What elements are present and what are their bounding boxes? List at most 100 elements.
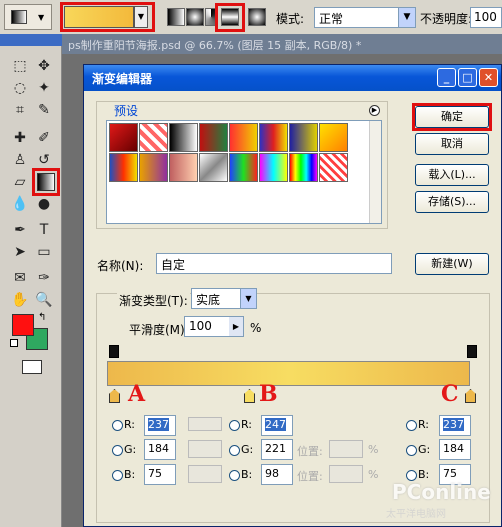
hand-icon[interactable]: ✋: [10, 290, 30, 310]
minimize-icon[interactable]: _: [437, 68, 456, 87]
reflected-gradient-button[interactable]: [221, 8, 239, 26]
preset-swatch[interactable]: [139, 153, 168, 182]
stop-a-g-input[interactable]: 184: [144, 439, 176, 460]
smoothness-input[interactable]: 100 ▶: [184, 316, 244, 337]
healing-brush-icon[interactable]: ✚: [10, 128, 30, 148]
stop-b-r-value: 247: [265, 418, 286, 431]
opacity-input[interactable]: 100: [470, 7, 502, 28]
preset-swatch[interactable]: [199, 153, 228, 182]
preset-swatch[interactable]: [229, 123, 258, 152]
radio-g-c[interactable]: [406, 445, 417, 456]
gradient-picker-swatch[interactable]: [64, 6, 134, 28]
gradient-editor-dialog: 渐变编辑器 _ □ ✕ 预设 ▶ 确定 取消 载入(L)... 存储(S)...…: [83, 64, 502, 527]
stop-c-b-value: 75: [443, 467, 457, 480]
stop-a-b-input[interactable]: 75: [144, 464, 176, 485]
shape-icon[interactable]: ▭: [34, 242, 54, 262]
gradient-type-value: 实底: [196, 293, 221, 307]
document-title-bar: ps制作重阳节海报.psd @ 66.7% (图层 15 副本, RGB/8) …: [62, 34, 502, 54]
default-colors-icon[interactable]: [10, 339, 18, 347]
mode-select[interactable]: 正常 ▼: [314, 7, 416, 28]
save-button[interactable]: 存储(S)...: [415, 191, 489, 213]
magic-wand-icon[interactable]: ✦: [34, 78, 54, 98]
preset-swatch[interactable]: [289, 153, 318, 182]
preset-swatch[interactable]: [109, 123, 138, 152]
stop-c-g-value: 184: [443, 442, 464, 455]
pen-icon[interactable]: ✒: [10, 220, 30, 240]
radio-r-c[interactable]: [406, 420, 417, 431]
cancel-button[interactable]: 取消: [415, 133, 489, 155]
maximize-icon[interactable]: □: [458, 68, 477, 87]
preset-swatch[interactable]: [109, 153, 138, 182]
location-label: 位置:: [297, 445, 323, 458]
notes-icon[interactable]: ✉: [10, 268, 30, 288]
quick-mask-icon[interactable]: [22, 360, 42, 374]
preset-swatch[interactable]: [199, 123, 228, 152]
load-button[interactable]: 载入(L)...: [415, 164, 489, 186]
radial-gradient-button[interactable]: [186, 8, 204, 26]
eraser-icon[interactable]: ▱: [10, 172, 30, 192]
blur-icon[interactable]: 💧: [10, 194, 30, 214]
gradient-picker-dropdown[interactable]: ▼: [134, 6, 148, 28]
radio-b-b[interactable]: [229, 470, 240, 481]
lasso-icon[interactable]: ◌: [10, 78, 30, 98]
label-g-a: G:: [124, 443, 137, 456]
gradient-type-select[interactable]: 实底 ▼: [191, 288, 257, 309]
preset-swatch[interactable]: [259, 123, 288, 152]
ok-button[interactable]: 确定: [415, 106, 489, 128]
preset-swatch[interactable]: [139, 123, 168, 152]
foreground-color[interactable]: [12, 314, 34, 336]
radio-r-a[interactable]: [112, 420, 123, 431]
radio-r-b[interactable]: [229, 420, 240, 431]
label-g-b: G:: [241, 443, 254, 456]
slice-icon[interactable]: ✎: [34, 100, 54, 120]
dodge-icon[interactable]: ●: [34, 194, 54, 214]
stop-a-r-input[interactable]: 237: [144, 415, 176, 436]
move-icon[interactable]: ✥: [34, 56, 54, 76]
new-button[interactable]: 新建(W): [415, 253, 489, 275]
crop-icon[interactable]: ⌗: [10, 100, 30, 120]
opacity-stop-left[interactable]: [109, 345, 119, 358]
swap-colors-icon[interactable]: ↰: [38, 312, 46, 323]
opacity-stop-right[interactable]: [467, 345, 477, 358]
history-brush-icon[interactable]: ↺: [34, 150, 54, 170]
stop-b-g-value: 221: [265, 442, 286, 455]
presets-menu-icon[interactable]: ▶: [369, 105, 380, 116]
stop-b-r-input[interactable]: 247: [261, 415, 293, 436]
presets-scrollbar[interactable]: [369, 121, 381, 223]
name-input[interactable]: 自定: [156, 253, 392, 274]
toolbox-header: [0, 34, 62, 46]
stop-c-r-value: 237: [443, 418, 464, 431]
preset-swatch[interactable]: [169, 123, 198, 152]
preset-swatch[interactable]: [289, 123, 318, 152]
label-b-b: B:: [241, 468, 253, 481]
type-icon[interactable]: T: [34, 220, 54, 240]
preset-swatch[interactable]: [229, 153, 258, 182]
stop-b-b-input[interactable]: 98: [261, 464, 293, 485]
stop-c-g-input[interactable]: 184: [439, 439, 471, 460]
marquee-icon[interactable]: ⬚: [10, 56, 30, 76]
brush-icon[interactable]: ✐: [34, 128, 54, 148]
stop-b-g-input[interactable]: 221: [261, 439, 293, 460]
radio-b-a[interactable]: [112, 470, 123, 481]
stop-b-label: B: [259, 381, 278, 407]
radio-g-b[interactable]: [229, 445, 240, 456]
close-icon[interactable]: ✕: [479, 68, 498, 87]
radio-g-a[interactable]: [112, 445, 123, 456]
zoom-icon[interactable]: 🔍: [34, 290, 54, 310]
preset-swatch[interactable]: [319, 153, 348, 182]
preset-swatch[interactable]: [319, 123, 348, 152]
clone-stamp-icon[interactable]: ♙: [10, 150, 30, 170]
eyedropper-icon[interactable]: ✑: [34, 268, 54, 288]
tool-preset-picker[interactable]: ▼: [4, 4, 52, 30]
preset-swatch[interactable]: [169, 153, 198, 182]
path-selection-icon[interactable]: ➤: [10, 242, 30, 262]
preset-swatch[interactable]: [259, 153, 288, 182]
stop-c-r-input[interactable]: 237: [439, 415, 471, 436]
options-bar: ▼ ▼ 模式: 正常 ▼ 不透明度: 100: [0, 0, 502, 35]
location-input: [329, 440, 363, 458]
linear-gradient-button[interactable]: [167, 8, 185, 26]
stop-b-b-value: 98: [265, 467, 279, 480]
gradient-tool-icon[interactable]: [37, 173, 55, 191]
diamond-gradient-button[interactable]: [248, 8, 266, 26]
label-g-c: G:: [418, 443, 431, 456]
